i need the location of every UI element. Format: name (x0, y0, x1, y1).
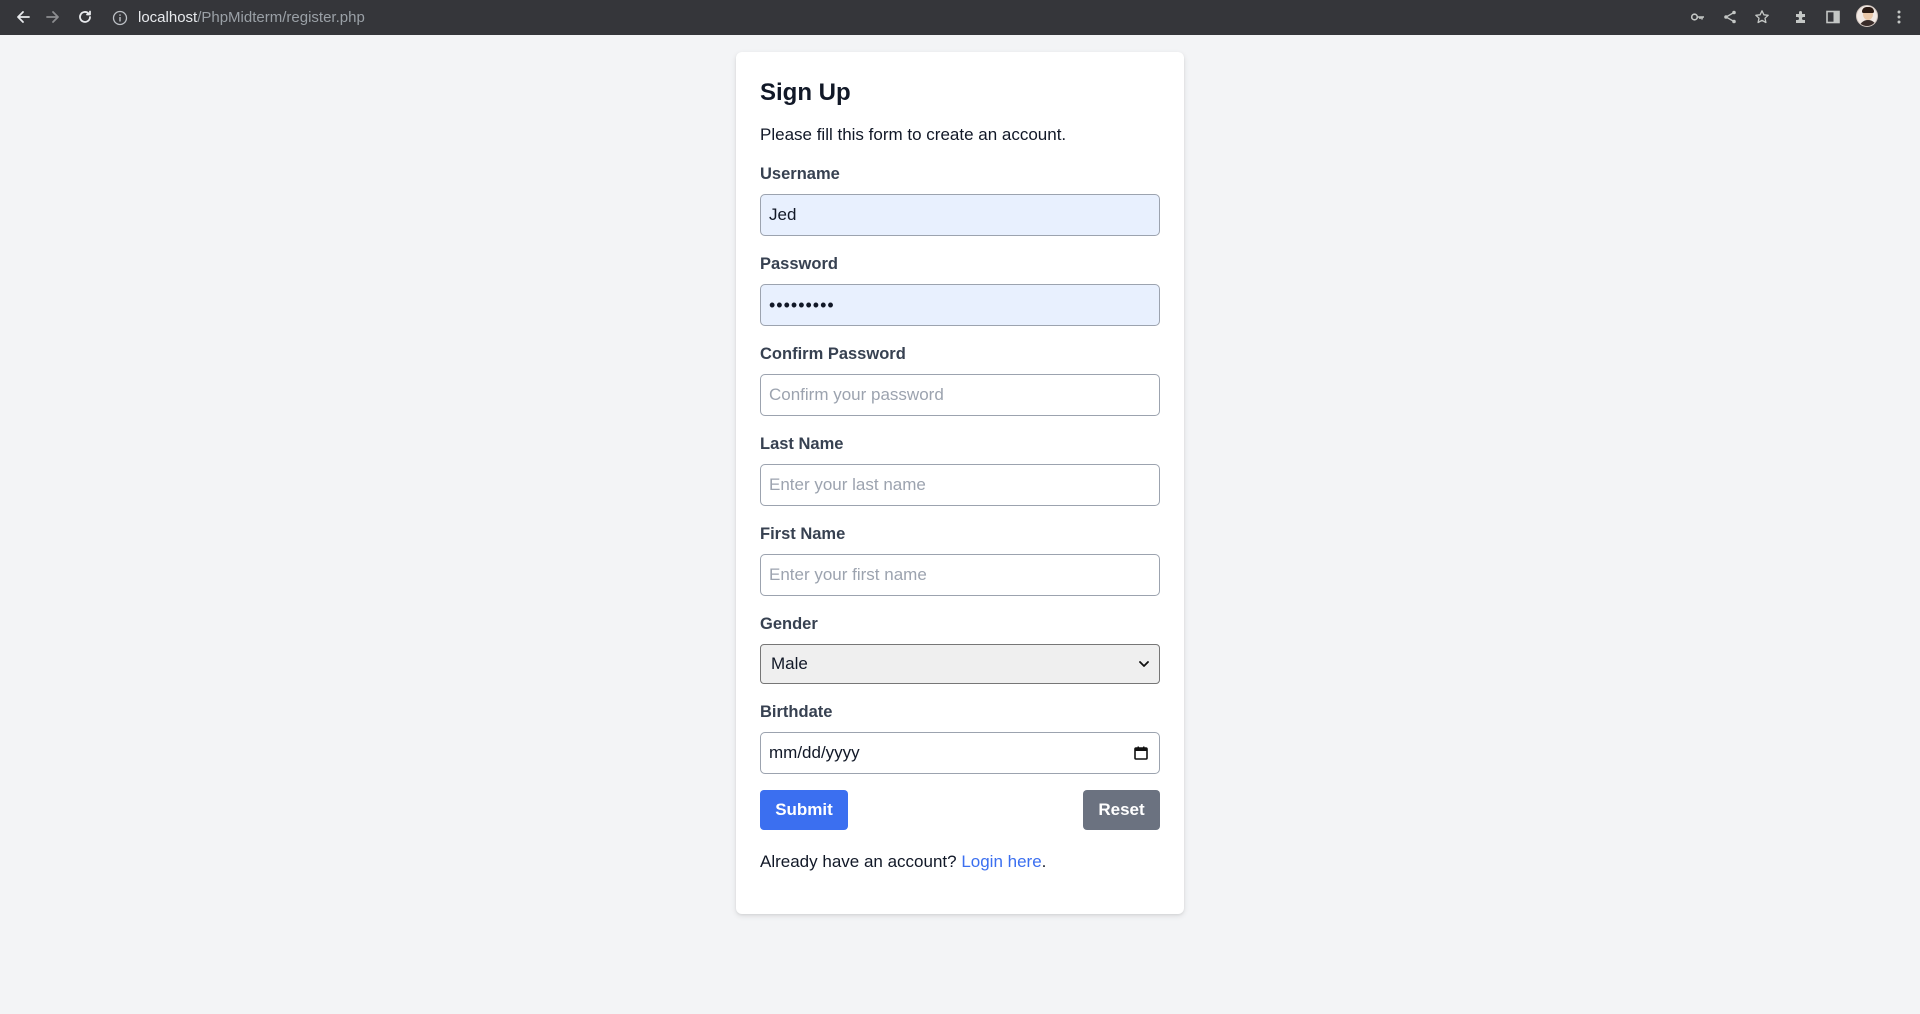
first-name-field-group: First Name Enter your first name (760, 524, 1160, 596)
password-label: Password (760, 255, 838, 273)
birthdate-placeholder: mm/dd/yyyy (769, 743, 860, 762)
calendar-icon[interactable] (1133, 745, 1149, 761)
submit-button[interactable]: Submit (760, 790, 848, 830)
back-arrow-icon[interactable] (12, 6, 34, 28)
confirm-password-input[interactable]: Confirm your password (760, 374, 1160, 416)
last-name-input[interactable]: Enter your last name (760, 464, 1160, 506)
password-input[interactable]: ••••••••• (760, 284, 1160, 326)
gender-label: Gender (760, 615, 818, 633)
page-subtitle: Please fill this form to create an accou… (760, 125, 1067, 144)
url-path: /PhpMidterm/register.php (197, 9, 365, 26)
chevron-down-icon (1139, 661, 1149, 667)
extensions-puzzle-icon[interactable] (1793, 6, 1809, 28)
bookmark-star-icon[interactable] (1754, 6, 1770, 28)
username-field-group: Username Jed (760, 164, 1160, 236)
login-link[interactable]: Login here (961, 852, 1041, 871)
reload-icon[interactable] (74, 6, 96, 28)
forward-arrow-icon[interactable] (42, 6, 64, 28)
more-menu-icon[interactable] (1891, 6, 1907, 28)
profile-avatar[interactable] (1856, 5, 1878, 27)
birthdate-input[interactable]: mm/dd/yyyy (760, 732, 1160, 774)
gender-selected-value: Male (771, 654, 808, 673)
side-panel-icon[interactable] (1825, 6, 1841, 28)
login-prompt-suffix: . (1041, 852, 1047, 871)
birthdate-label: Birthdate (760, 703, 833, 721)
signup-card: Sign Up Please fill this form to create … (736, 52, 1184, 914)
last-name-field-group: Last Name Enter your last name (760, 434, 1160, 506)
last-name-label: Last Name (760, 435, 844, 453)
page-title: Sign Up (760, 79, 851, 106)
gender-select[interactable]: Male (760, 644, 1160, 684)
address-bar[interactable]: localhost/PhpMidterm/register.php (112, 4, 1672, 31)
info-icon[interactable] (112, 10, 128, 26)
url-host: localhost (138, 9, 198, 26)
form-actions: Submit Reset (760, 790, 1160, 830)
birthdate-field-group: Birthdate mm/dd/yyyy (760, 702, 1160, 774)
share-icon[interactable] (1722, 6, 1738, 28)
browser-toolbar: localhost/PhpMidterm/register.php (0, 0, 1920, 35)
reset-button[interactable]: Reset (1083, 790, 1160, 830)
username-input[interactable]: Jed (760, 194, 1160, 236)
login-prompt-text: Already have an account? (760, 852, 962, 871)
login-prompt: Already have an account? Login here. (760, 850, 1160, 874)
username-label: Username (760, 165, 840, 183)
confirm-password-field-group: Confirm Password Confirm your password (760, 344, 1160, 416)
confirm-password-label: Confirm Password (760, 345, 906, 363)
key-icon[interactable] (1690, 6, 1706, 28)
first-name-input[interactable]: Enter your first name (760, 554, 1160, 596)
gender-field-group: Gender Male (760, 614, 1160, 684)
first-name-label: First Name (760, 525, 846, 543)
password-field-group: Password ••••••••• (760, 254, 1160, 326)
